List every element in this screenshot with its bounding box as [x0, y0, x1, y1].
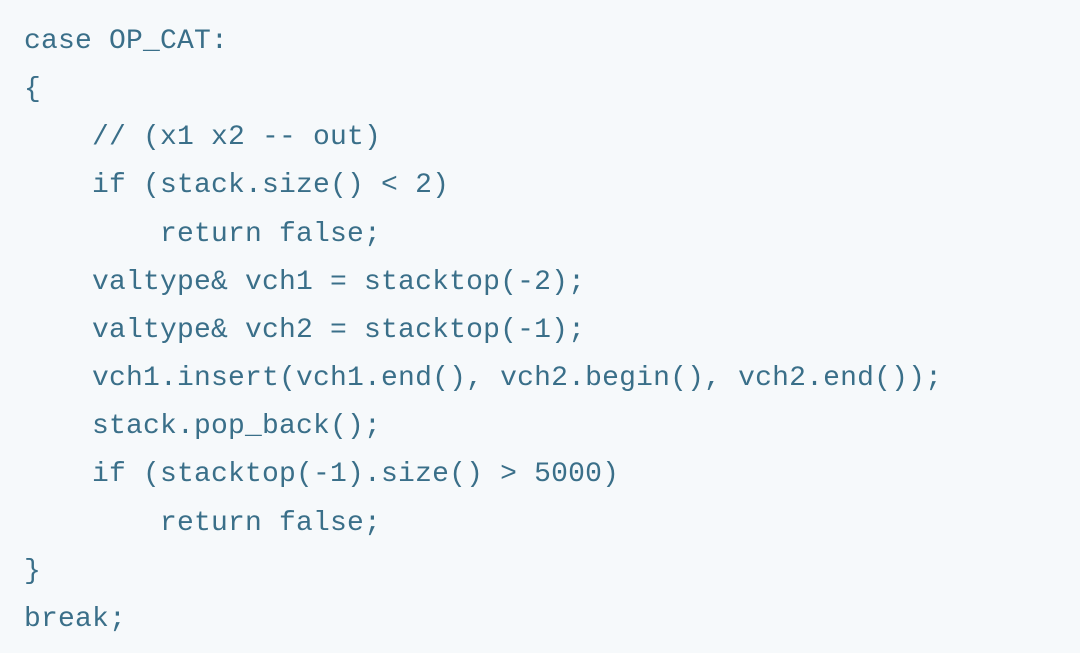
code-block: case OP_CAT:{ // (x1 x2 -- out) if (stac…: [0, 0, 1080, 653]
code-line: stack.pop_back();: [24, 403, 1060, 451]
code-line: // (x1 x2 -- out): [24, 114, 1060, 162]
code-line: valtype& vch1 = stacktop(-2);: [24, 259, 1060, 307]
code-line: break;: [24, 596, 1060, 644]
code-line: {: [24, 66, 1060, 114]
code-line: if (stacktop(-1).size() > 5000): [24, 451, 1060, 499]
code-line: if (stack.size() < 2): [24, 162, 1060, 210]
code-line: return false;: [24, 211, 1060, 259]
code-line: return false;: [24, 500, 1060, 548]
code-line: vch1.insert(vch1.end(), vch2.begin(), vc…: [24, 355, 1060, 403]
code-line: case OP_CAT:: [24, 18, 1060, 66]
code-line: valtype& vch2 = stacktop(-1);: [24, 307, 1060, 355]
code-line: }: [24, 548, 1060, 596]
